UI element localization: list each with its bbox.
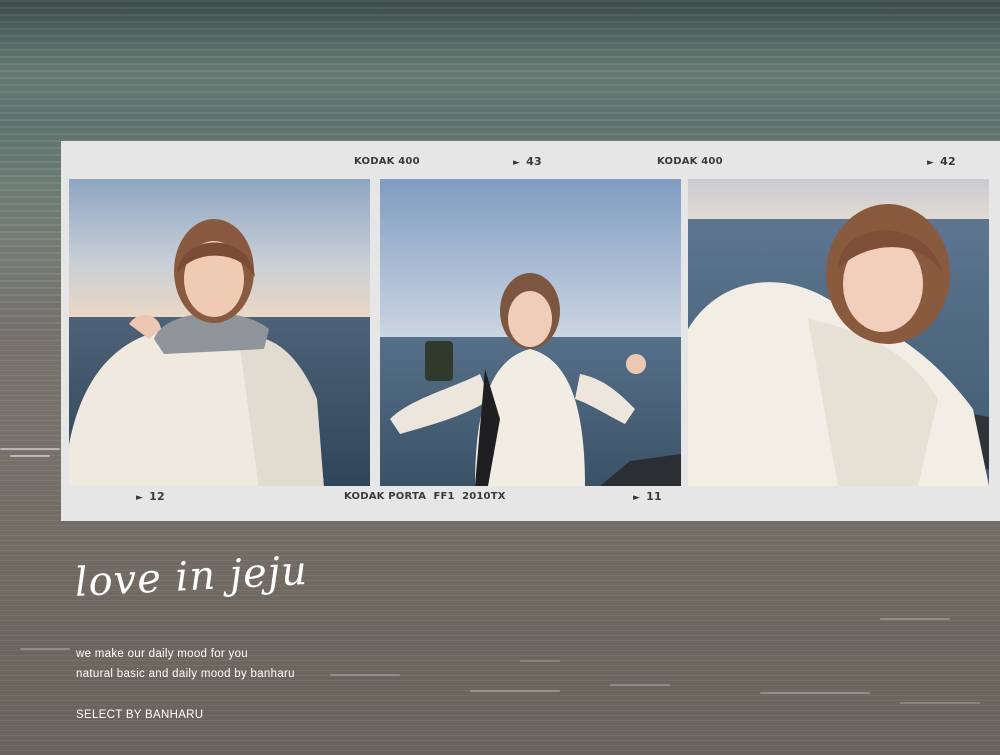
play-arrow-icon: ► (136, 493, 144, 503)
tagline-line-1: we make our daily mood for you (76, 648, 248, 660)
film-strip: KODAK 400 ► 43 KODAK 400 ► 42 ► 12 KODAK… (61, 141, 1000, 521)
photo-2 (380, 179, 681, 486)
photo-1 (69, 179, 370, 486)
film-frame-number: ► 12 (136, 490, 165, 503)
play-arrow-icon: ► (633, 493, 641, 503)
signature: SELECT BY BANHARU (76, 709, 204, 721)
film-brand-label: KODAK 400 (354, 156, 420, 167)
photo-3 (688, 179, 989, 486)
film-frame-number: ► 11 (633, 490, 662, 503)
film-frame-number: ► 42 (927, 155, 956, 168)
film-brand-label: KODAK PORTA FF1 2010TX (344, 491, 506, 502)
tagline-line-2: natural basic and daily mood by banharu (76, 668, 295, 680)
film-frame-number: ► 43 (513, 155, 542, 168)
film-brand-label: KODAK 400 (657, 156, 723, 167)
play-arrow-icon: ► (927, 158, 935, 168)
play-arrow-icon: ► (513, 158, 521, 168)
